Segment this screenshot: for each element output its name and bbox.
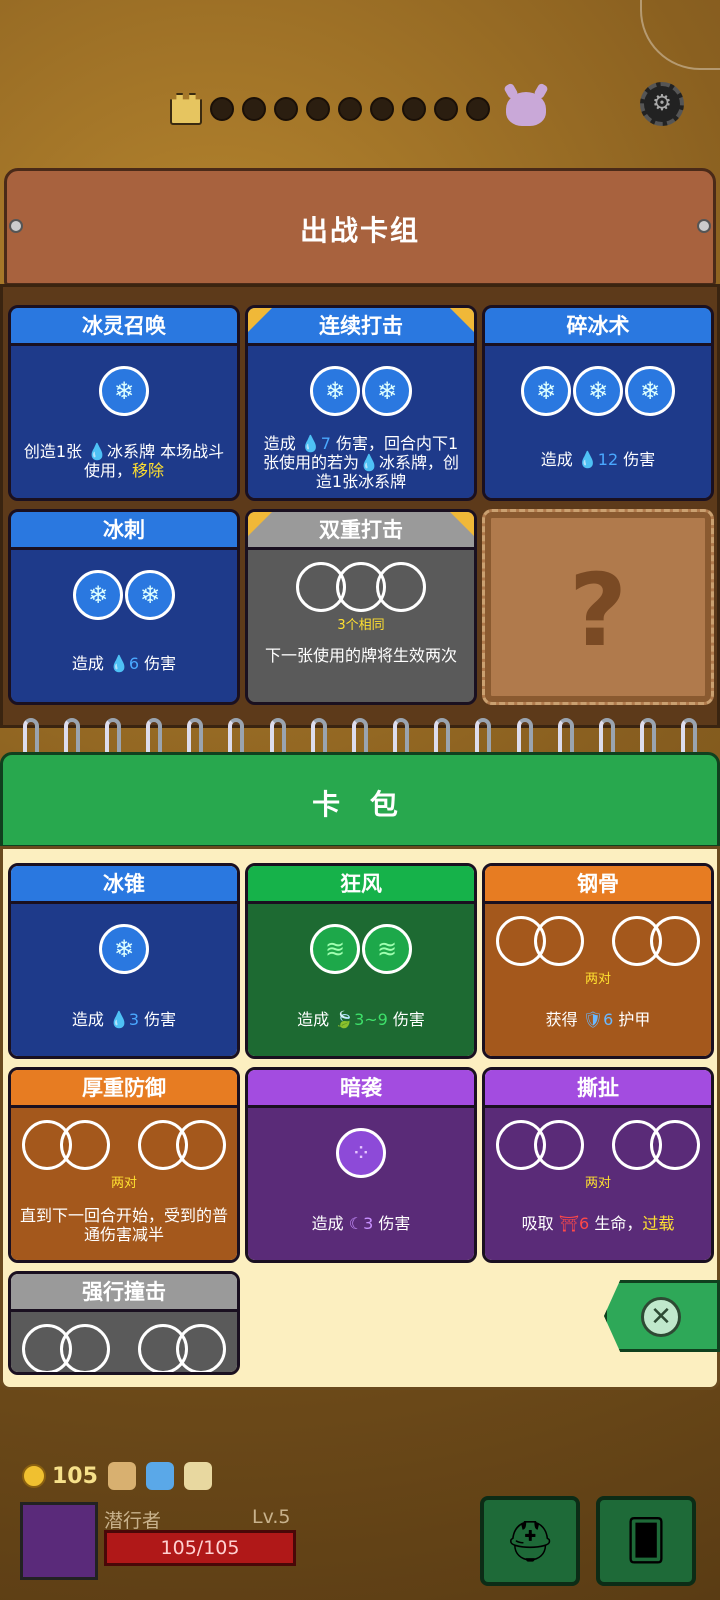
deck-title: 出战卡组 bbox=[299, 214, 420, 247]
empty-slot-icon bbox=[534, 916, 584, 966]
stage-dot bbox=[210, 97, 234, 121]
card-description: 吸取 ⛩6 生命，过载 bbox=[521, 1214, 675, 1233]
pack-card[interactable]: 强行撞击 两对 bbox=[8, 1271, 240, 1375]
card-name: 连续打击 bbox=[248, 308, 474, 346]
card-condition: 两对 bbox=[110, 1176, 137, 1191]
stage-dot bbox=[434, 97, 458, 121]
stage-dot bbox=[370, 97, 394, 121]
hero-level: Lv.5 bbox=[252, 1506, 291, 1528]
stage-dot bbox=[306, 97, 330, 121]
card-name: 双重打击 bbox=[248, 512, 474, 550]
card-description: 造成 💧12 伤害 bbox=[540, 450, 656, 469]
card-condition: 两对 bbox=[584, 1176, 611, 1191]
hp-text: 105/105 bbox=[160, 1537, 240, 1559]
ice-slot-icon: ❄ bbox=[362, 366, 412, 416]
pack-card[interactable]: 暗袭 ⁘ 造成 ☾3 伤害 bbox=[245, 1067, 477, 1263]
empty-slot-icon bbox=[60, 1324, 110, 1372]
card-description: 造成 💧3 伤害 bbox=[71, 1010, 177, 1029]
relic-icon[interactable] bbox=[183, 1462, 212, 1490]
ice-slot-icon: ❄ bbox=[73, 570, 123, 620]
card-name: 冰刺 bbox=[11, 512, 237, 550]
cards-icon: 🂠 bbox=[625, 1518, 667, 1564]
pack-card[interactable]: 狂风 ≋ ≋ 造成 🍃3~9 伤害 bbox=[245, 863, 477, 1059]
viking-helmet-icon: ⛑ bbox=[504, 1518, 556, 1565]
ice-slot-icon: ❄ bbox=[99, 924, 149, 974]
deck-card[interactable]: 冰刺 ❄ ❄ 造成 💧6 伤害 bbox=[8, 509, 240, 705]
wind-slot-icon: ≋ bbox=[310, 924, 360, 974]
relic-icon[interactable] bbox=[145, 1462, 174, 1490]
card-name: 暗袭 bbox=[248, 1070, 474, 1108]
stage-dot bbox=[402, 97, 426, 121]
avatar[interactable] bbox=[20, 1502, 98, 1580]
card-name: 碎冰术 bbox=[485, 308, 711, 346]
empty-slot-icon bbox=[534, 1120, 584, 1170]
ice-slot-icon: ❄ bbox=[125, 570, 175, 620]
card-description: 造成 🍃3~9 伤害 bbox=[297, 1010, 425, 1029]
pack-title: 卡 包 bbox=[312, 788, 408, 821]
wind-slot-icon: ≋ bbox=[362, 924, 412, 974]
card-description: 造成 💧6 伤害 bbox=[71, 654, 177, 673]
pack-card[interactable]: 钢骨 两对 获得 🛡6 护甲 bbox=[482, 863, 714, 1059]
card-name: 撕扯 bbox=[485, 1070, 711, 1108]
deck-card[interactable]: 冰灵召唤 ❄ 创造1张 💧冰系牌 本场战斗使用，移除 bbox=[8, 305, 240, 501]
helmet-button[interactable]: ⛑ bbox=[480, 1496, 580, 1586]
deck-header: 出战卡组 bbox=[4, 168, 716, 286]
card-description: 直到下一回合开始，受到的普通伤害减半 bbox=[19, 1206, 228, 1244]
card-condition: 3个相同 bbox=[337, 618, 385, 633]
gold-display: 105 bbox=[22, 1462, 212, 1490]
top-bar: ⚙ bbox=[0, 0, 720, 170]
card-name: 冰灵召唤 bbox=[11, 308, 237, 346]
stage-dot bbox=[466, 97, 490, 121]
card-name: 冰锥 bbox=[11, 866, 237, 904]
relic-icon[interactable] bbox=[107, 1462, 136, 1490]
stage-dot bbox=[338, 97, 362, 121]
card-description: 下一张使用的牌将生效两次 bbox=[264, 646, 457, 665]
empty-slot-icon bbox=[376, 562, 426, 612]
pack-card[interactable]: 冰锥 ❄ 造成 💧3 伤害 bbox=[8, 863, 240, 1059]
boss-skull-icon bbox=[506, 92, 546, 126]
card-condition: 两对 bbox=[584, 972, 611, 987]
close-icon[interactable]: ✕ bbox=[641, 1297, 681, 1337]
ice-slot-icon: ❄ bbox=[99, 366, 149, 416]
gold-amount: 105 bbox=[52, 1463, 98, 1489]
empty-slot-icon bbox=[650, 1120, 700, 1170]
stage-dot bbox=[274, 97, 298, 121]
card-description: 造成 ☾3 伤害 bbox=[311, 1214, 411, 1233]
cards-button[interactable]: 🂠 bbox=[596, 1496, 696, 1586]
spider-web-decoration bbox=[640, 0, 720, 70]
card-name: 厚重防御 bbox=[11, 1070, 237, 1108]
ice-slot-icon: ❄ bbox=[573, 366, 623, 416]
empty-slot-icon bbox=[60, 1120, 110, 1170]
stage-dot bbox=[242, 97, 266, 121]
card-name: 强行撞击 bbox=[11, 1274, 237, 1312]
card-description: 造成 💧7 伤害，回合内下1张使用的若为💧冰系牌，创造1张冰系牌 bbox=[263, 434, 459, 491]
empty-slot-icon bbox=[176, 1324, 226, 1372]
shadow-slot-icon: ⁘ bbox=[336, 1128, 386, 1178]
card-description: 创造1张 💧冰系牌 本场战斗使用，移除 bbox=[23, 442, 225, 480]
ice-slot-icon: ❄ bbox=[310, 366, 360, 416]
card-name: 狂风 bbox=[248, 866, 474, 904]
ice-slot-icon: ❄ bbox=[625, 366, 675, 416]
card-description: 获得 🛡6 护甲 bbox=[545, 1010, 651, 1029]
tower-icon bbox=[170, 93, 202, 125]
pack-header: 卡 包 bbox=[0, 752, 720, 848]
locked-card-slot: ? bbox=[482, 509, 714, 705]
card-name: 钢骨 bbox=[485, 866, 711, 904]
deck-card[interactable]: 连续打击 ❄ ❄ 造成 💧7 伤害，回合内下1张使用的若为💧冰系牌，创造1张冰系牌 bbox=[245, 305, 477, 501]
empty-slot-icon bbox=[176, 1120, 226, 1170]
hero-name: 潜行者 bbox=[104, 1510, 162, 1532]
coin-icon bbox=[22, 1464, 46, 1488]
pack-card[interactable]: 撕扯 两对 吸取 ⛩6 生命，过载 bbox=[482, 1067, 714, 1263]
deck-card[interactable]: 双重打击 3个相同 下一张使用的牌将生效两次 bbox=[245, 509, 477, 705]
gear-icon[interactable]: ⚙ bbox=[640, 82, 684, 126]
stage-progress bbox=[170, 92, 546, 126]
close-tab[interactable]: ✕ bbox=[604, 1280, 720, 1352]
deck-card[interactable]: 碎冰术 ❄ ❄ ❄ 造成 💧12 伤害 bbox=[482, 305, 714, 501]
ice-slot-icon: ❄ bbox=[521, 366, 571, 416]
deck-area: 冰灵召唤 ❄ 创造1张 💧冰系牌 本场战斗使用，移除 连续打击 ❄ ❄ 造成 💧7… bbox=[0, 284, 720, 728]
empty-slot-icon bbox=[650, 916, 700, 966]
pack-card[interactable]: 厚重防御 两对 直到下一回合开始，受到的普通伤害减半 bbox=[8, 1067, 240, 1263]
hp-bar: 105/105 bbox=[104, 1530, 296, 1566]
